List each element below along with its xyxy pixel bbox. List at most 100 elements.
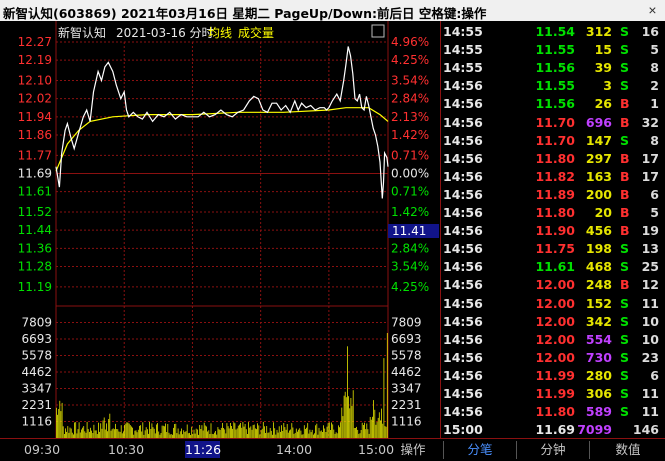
volume-bar: [200, 429, 202, 438]
volume-bar: [352, 390, 354, 438]
tab-fenzhong[interactable]: 分钟: [516, 441, 589, 459]
tick-row[interactable]: 14:56 11.75 198 S 13: [443, 240, 665, 259]
ops-button[interactable]: 操作: [393, 441, 433, 459]
volume-bar: [78, 422, 80, 438]
tab-shuzhi[interactable]: 数值: [589, 441, 665, 459]
volume-bar: [284, 427, 286, 438]
volume-bar: [109, 413, 111, 438]
volume-bar: [57, 414, 58, 438]
tick-row[interactable]: 14:56 12.00 554 S 10: [443, 331, 665, 350]
volume-bar: [256, 429, 257, 438]
volume-bar: [347, 346, 348, 438]
tick-row[interactable]: 14:56 11.70 147 S 8: [443, 132, 665, 151]
volume-bar: [139, 425, 140, 438]
tick-row[interactable]: 14:56 12.00 342 S 10: [443, 313, 665, 332]
volume-bar: [249, 427, 251, 438]
tick-count: 2: [650, 78, 659, 94]
volume-bar: [355, 428, 356, 438]
volume-bar: [217, 427, 219, 438]
pct-tick-label: 4.25%: [391, 53, 429, 67]
window-titlebar: 新智认知(603869) 2021年03月16日 星期二 PageUp/Down…: [0, 0, 665, 21]
volume-tick-label: 6693: [21, 332, 52, 346]
volume-bar: [299, 428, 301, 438]
tick-row[interactable]: 14:56 12.00 152 S 11: [443, 295, 665, 314]
tick-row[interactable]: 14:56 11.56 26 B 1: [443, 95, 665, 114]
volume-bar: [102, 420, 104, 438]
pct-tick-label: 2.84%: [391, 241, 429, 255]
tick-row[interactable]: 14:56 11.90 456 B 19: [443, 222, 665, 241]
volume-bar: [260, 430, 262, 438]
tick-row[interactable]: 14:56 11.61 468 S 25: [443, 258, 665, 277]
volume-bar: [264, 426, 265, 438]
tick-row[interactable]: 14:56 11.82 163 B 17: [443, 168, 665, 187]
volume-tick-label-right: 3347: [391, 381, 422, 395]
price-tick-label: 11.86: [18, 128, 52, 142]
volume-bar: [243, 426, 245, 438]
tick-side: S: [620, 132, 630, 148]
volume-bar: [234, 423, 236, 438]
pct-tick-label: 4.96%: [391, 35, 429, 49]
tick-row[interactable]: 14:56 11.80 589 S 11: [443, 403, 665, 422]
volume-bar: [124, 424, 125, 438]
intraday-chart[interactable]: 12.27 4.96% 12.19 4.25% 12.10 3.54% 12.02 2.84%…: [0, 21, 443, 438]
volume-tick-label-right: 7809: [391, 316, 422, 330]
volume-bar: [177, 428, 179, 438]
tick-row[interactable]: 14:56 11.89 200 B 6: [443, 186, 665, 205]
tick-row[interactable]: 14:55 11.55 15 S 5: [443, 41, 665, 60]
volume-bar: [245, 429, 247, 438]
tick-time: 14:56: [443, 114, 483, 130]
volume-bar: [289, 430, 290, 438]
tab-fenbi[interactable]: 分笔: [443, 441, 516, 459]
tick-row[interactable]: 14:56 11.99 306 S 11: [443, 385, 665, 404]
volume-bar: [323, 425, 324, 438]
tick-row[interactable]: 14:56 11.80 297 B 17: [443, 150, 665, 169]
tick-volume: 312: [585, 24, 612, 39]
volume-bar: [240, 422, 241, 438]
volume-bar: [150, 429, 152, 438]
volume-bar: [331, 422, 332, 438]
volume-bar: [75, 422, 77, 438]
tick-count: 8: [650, 60, 659, 76]
tick-row[interactable]: 14:56 11.55 3 S 2: [443, 77, 665, 96]
tick-row[interactable]: 14:55 11.54 312 S 16: [443, 23, 665, 42]
volume-bar: [110, 430, 112, 438]
tick-list[interactable]: 14:55 11.54 312 S 16 14:55 11.55 15 S 5 14:55 11.56…: [443, 21, 665, 438]
volume-bar: [305, 429, 306, 438]
tick-row[interactable]: 14:55 11.56 39 S 8: [443, 59, 665, 78]
tick-count: 6: [650, 367, 659, 383]
volume-bar: [90, 427, 91, 438]
tick-count: 5: [650, 205, 659, 220]
tick-row[interactable]: 14:56 11.70 696 B 32: [443, 114, 665, 133]
volume-bar: [103, 417, 105, 438]
volume-bar: [366, 423, 368, 438]
chart-grid: [55, 21, 389, 438]
tick-count: 10: [641, 313, 659, 329]
price-tick-label: 11.19: [18, 280, 52, 294]
volume-bar: [261, 428, 263, 438]
tick-row[interactable]: 14:56 12.00 730 S 23: [443, 349, 665, 368]
volume-bar: [333, 429, 335, 438]
volume-bar: [250, 426, 252, 438]
volume-bar: [236, 428, 238, 438]
chart-menu-icon[interactable]: [371, 24, 385, 38]
volume-bar: [232, 428, 233, 438]
tick-side: B: [620, 150, 630, 166]
volume-bar: [157, 423, 158, 438]
volume-bar: [303, 425, 305, 438]
volume-bar: [258, 425, 260, 438]
tick-volume: 280: [585, 367, 612, 383]
tick-row[interactable]: 14:56 11.99 280 S 6: [443, 367, 665, 386]
volume-bar: [385, 426, 387, 438]
volume-bar: [58, 409, 60, 438]
tick-volume: 147: [585, 132, 612, 148]
tick-time: 14:56: [443, 96, 483, 112]
close-icon[interactable]: ×: [644, 2, 661, 19]
volume-bar: [87, 429, 89, 438]
volume-bar: [134, 430, 136, 438]
tick-side: S: [620, 295, 630, 311]
volume-bar: [239, 424, 240, 438]
volume-bar: [300, 430, 302, 438]
tick-row[interactable]: 14:56 11.80 20 B 5: [443, 204, 665, 223]
tick-row[interactable]: 14:56 12.00 248 B 12: [443, 276, 665, 295]
time-cursor: 11:26: [185, 441, 222, 458]
